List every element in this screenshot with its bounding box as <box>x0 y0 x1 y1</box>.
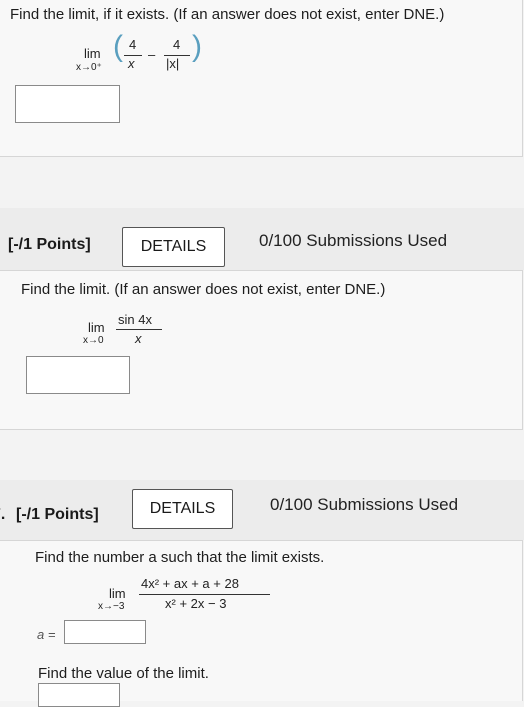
q3-lim: lim <box>109 586 126 601</box>
q3-prompt: Find the number a such that the limit ex… <box>35 549 325 566</box>
q3-details-button[interactable]: DETAILS <box>132 489 233 529</box>
question-3-panel: Find the number a such that the limit ex… <box>0 540 523 707</box>
q2-lim: lim <box>88 320 105 335</box>
question-2-panel: Find the limit. (If an answer does not e… <box>0 270 523 430</box>
q3-numerator: 4x² + ax + a + 28 <box>141 576 239 591</box>
q1-frac2-den: |x| <box>166 56 180 71</box>
q3-value-input[interactable] <box>38 683 120 707</box>
q2-approach: x→0 <box>83 335 104 346</box>
q3-header: 7. [-/1 Points] DETAILS 0/100 Submission… <box>0 480 524 540</box>
q1-minus: – <box>148 47 156 62</box>
q2-points: [-/1 Points] <box>8 236 91 253</box>
q3-approach: x→−3 <box>98 601 125 612</box>
q3-a-label: a = <box>37 627 56 642</box>
q1-frac2-num: 4 <box>173 37 181 52</box>
q1-lim: lim <box>84 46 101 61</box>
q2-answer-input[interactable] <box>26 356 130 394</box>
q3-value-prompt: Find the value of the limit. <box>38 665 209 682</box>
q1-frac1-den: x <box>128 56 135 71</box>
q2-numerator: sin 4x <box>118 312 152 327</box>
q3-frac-bar <box>139 594 270 595</box>
q3-number-fragment: 7. <box>0 506 6 523</box>
q1-approach: x→0⁺ <box>76 62 102 73</box>
q3-a-input[interactable] <box>64 620 146 644</box>
q1-frac1-num: 4 <box>129 37 137 52</box>
q2-header: [-/1 Points] DETAILS 0/100 Submissions U… <box>0 208 524 270</box>
q1-left-paren: ( <box>113 30 123 63</box>
q2-frac-bar <box>116 329 162 330</box>
q1-answer-input[interactable] <box>15 85 120 123</box>
q3-denominator: x² + 2x − 3 <box>165 596 227 611</box>
q2-denominator: x <box>135 331 142 346</box>
q3-points: [-/1 Points] <box>16 506 99 523</box>
q2-details-button[interactable]: DETAILS <box>122 227 225 267</box>
q1-right-paren: ) <box>192 30 202 63</box>
q3-submissions: 0/100 Submissions Used <box>270 495 459 514</box>
q1-prompt: Find the limit, if it exists. (If an ans… <box>10 6 445 23</box>
q2-submissions: 0/100 Submissions Used <box>259 231 448 250</box>
question-1-panel: Find the limit, if it exists. (If an ans… <box>0 0 523 157</box>
q2-prompt: Find the limit. (If an answer does not e… <box>21 281 386 298</box>
